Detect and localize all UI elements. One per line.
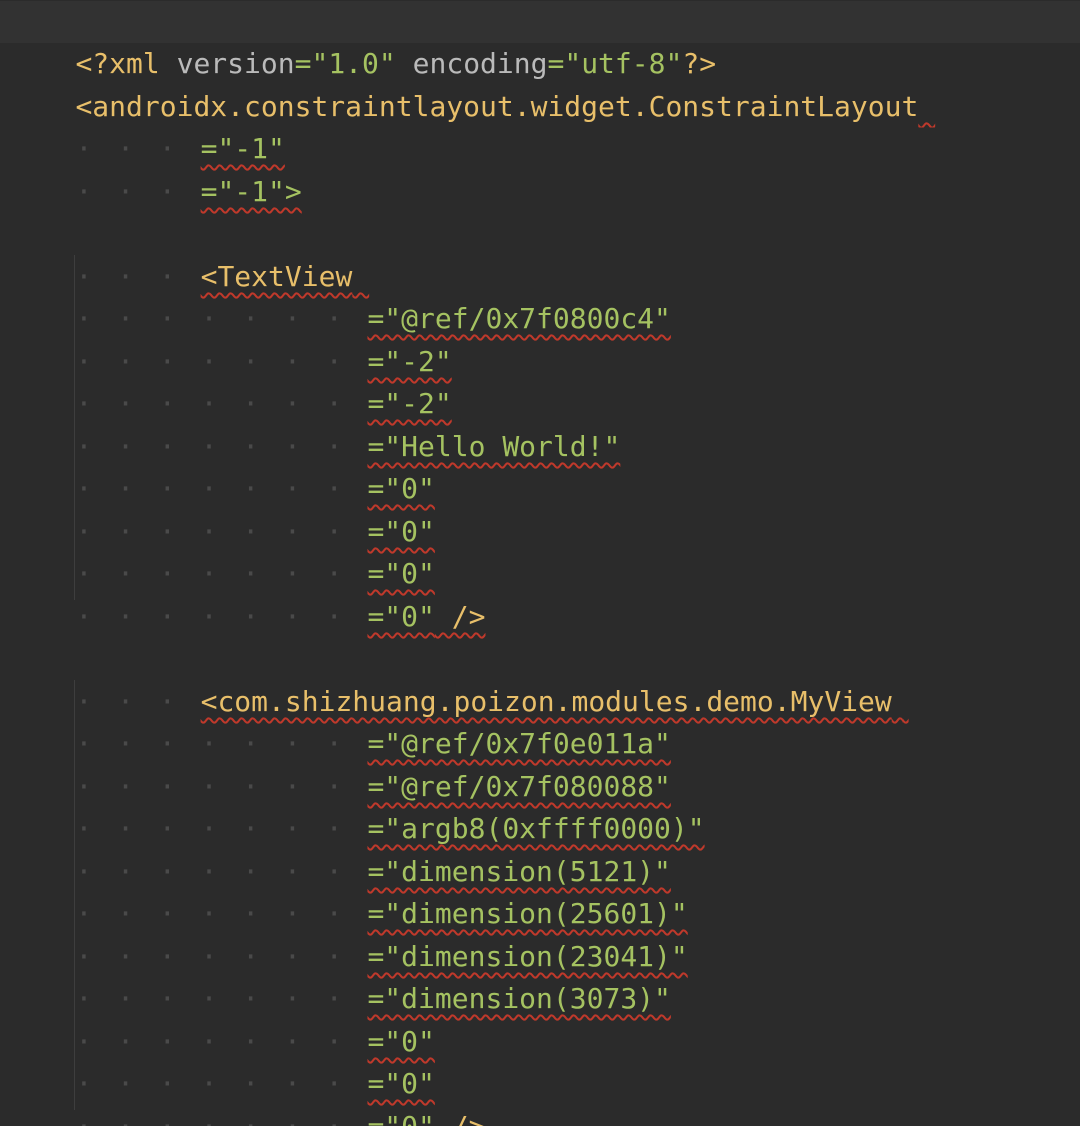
- code-line-attribute[interactable]: · · · · · · · ="0": [0, 469, 1080, 548]
- code-line-attribute[interactable]: · · · · · · · ="0": [0, 511, 1080, 590]
- code-line-empty[interactable]: [0, 596, 1080, 638]
- code-line-attribute[interactable]: · · · · · · · ="@ref/0x7f0800c4": [0, 256, 1080, 335]
- code-line-attribute[interactable]: · · · · · · · ="dimension(25601)": [0, 851, 1080, 930]
- code-line-attribute[interactable]: · · · · · · · ="argb8(0xffff0000)": [0, 766, 1080, 845]
- code-line-attribute[interactable]: · · · ="-1": [0, 86, 1080, 165]
- code-line-attribute[interactable]: · · · · · · · ="@ref/0x7f0e011a": [0, 681, 1080, 760]
- code-line-attribute[interactable]: · · · · · · · ="0": [0, 426, 1080, 505]
- whitespace-dots: · · · · · · ·: [75, 1110, 367, 1126]
- code-line-attribute[interactable]: · · · · · · · ="Hello World!": [0, 384, 1080, 463]
- attribute-value: ="0": [367, 1110, 434, 1126]
- code-line-attribute[interactable]: · · · · · · · ="dimension(5121)": [0, 809, 1080, 888]
- code-line-empty[interactable]: [0, 171, 1080, 213]
- code-line-attribute[interactable]: · · · · · · · ="0" />: [0, 554, 1080, 633]
- code-line-myview-tag[interactable]: · · · <com.shizhuang.poizon.modules.demo…: [0, 639, 1080, 718]
- code-line-attribute[interactable]: · · · · · · · ="@ref/0x7f080088": [0, 724, 1080, 803]
- code-line-attribute[interactable]: · · · · · · · ="0" />: [0, 1064, 1080, 1126]
- code-editor[interactable]: <?xml version="1.0" encoding="utf-8"?> <…: [0, 0, 1080, 1126]
- code-line-attribute[interactable]: · · · · · · · ="-2": [0, 299, 1080, 378]
- code-line-xml-declaration[interactable]: <?xml version="1.0" encoding="utf-8"?>: [0, 1, 1080, 80]
- code-line-attribute[interactable]: · · · ="-1">: [0, 129, 1080, 208]
- code-line-attribute[interactable]: · · · · · · · ="-2": [0, 341, 1080, 420]
- code-line-attribute[interactable]: · · · · · · · ="dimension(3073)": [0, 936, 1080, 1015]
- code-line-textview-tag[interactable]: · · · <TextView: [0, 214, 1080, 293]
- code-line-root-tag[interactable]: <androidx.constraintlayout.widget.Constr…: [0, 44, 1080, 123]
- code-line-attribute[interactable]: · · · · · · · ="0": [0, 1021, 1080, 1100]
- code-line-attribute[interactable]: · · · · · · · ="0": [0, 979, 1080, 1058]
- code-line-attribute[interactable]: · · · · · · · ="dimension(23041)": [0, 894, 1080, 973]
- self-close: />: [435, 1110, 486, 1126]
